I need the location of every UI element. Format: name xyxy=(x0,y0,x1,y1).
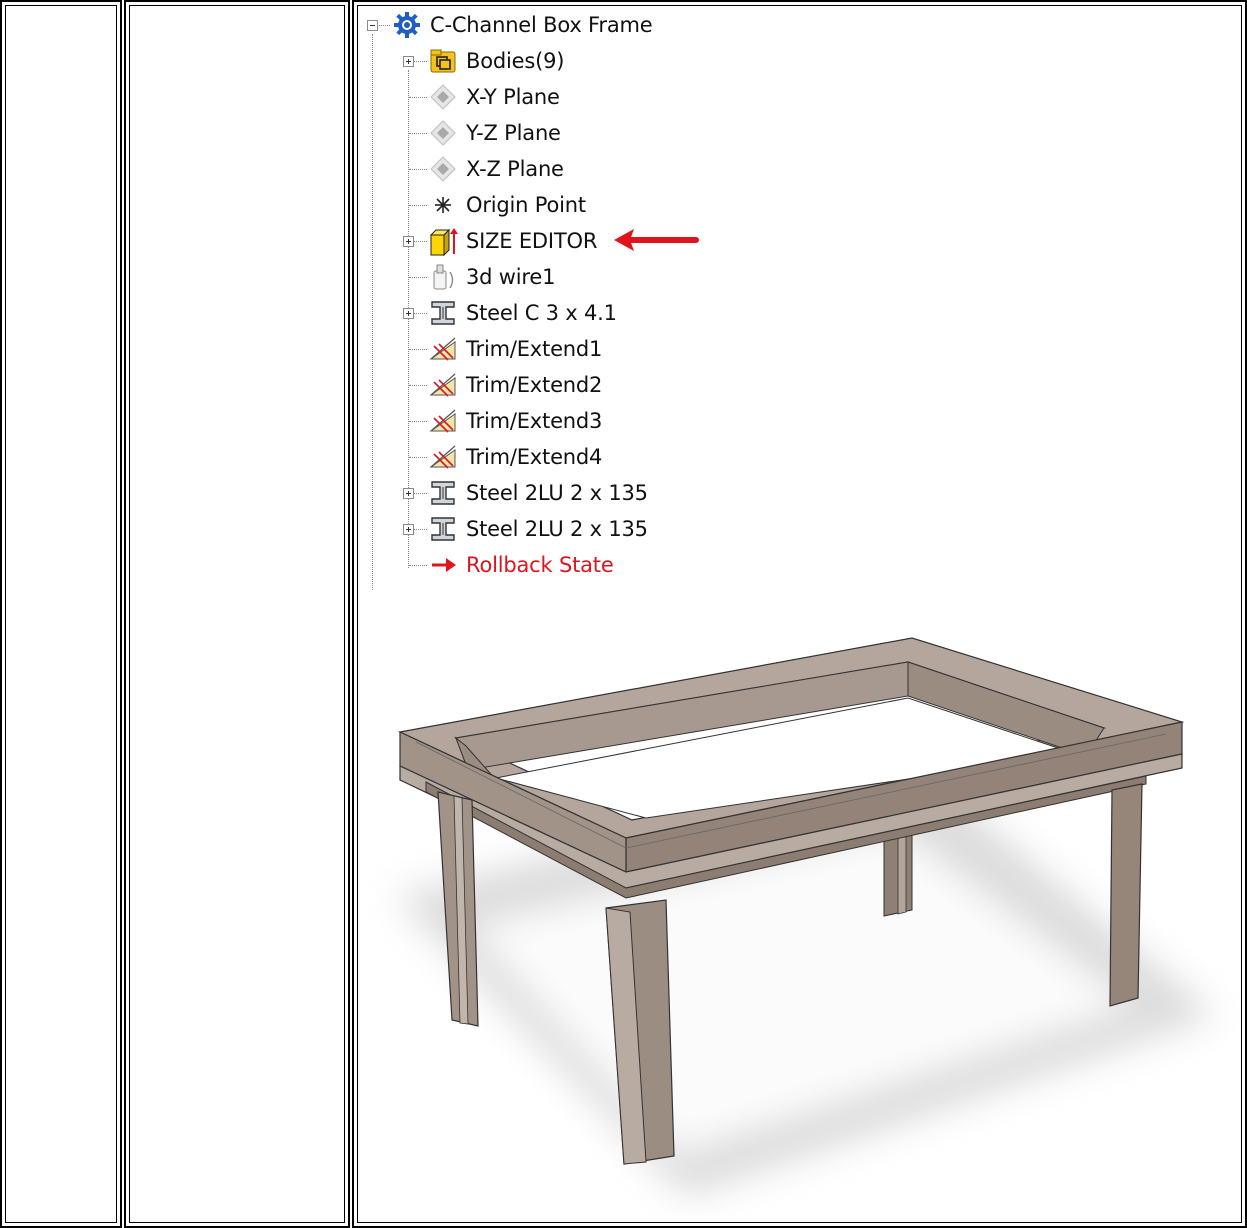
tree-root-connector xyxy=(372,34,373,590)
expand-toggle[interactable] xyxy=(403,56,414,67)
tree-connector xyxy=(409,133,427,134)
tree-item[interactable]: Steel 2LU 2 x 135 xyxy=(428,511,648,547)
tree-item-label: Trim/Extend2 xyxy=(466,373,603,397)
tree-item[interactable]: Bodies(9) xyxy=(428,43,564,79)
tree-item[interactable]: Trim/Extend3 xyxy=(428,403,602,439)
trim-extend-icon xyxy=(428,334,458,364)
trim-extend-icon xyxy=(428,370,458,400)
gear-part-icon xyxy=(392,10,422,40)
tree-item-label: Origin Point xyxy=(466,193,586,217)
trim-extend-icon xyxy=(428,442,458,472)
tree-item-label: X-Y Plane xyxy=(466,85,560,109)
model-viewport[interactable] xyxy=(356,596,1240,1216)
tree-item-label: 3d wire1 xyxy=(466,265,556,289)
tree-item[interactable]: Trim/Extend4 xyxy=(428,439,602,475)
tree-root-label: C-Channel Box Frame xyxy=(430,13,653,37)
origin-point-icon xyxy=(428,190,458,220)
tree-item-label: X-Z Plane xyxy=(466,157,564,181)
size-editor-icon xyxy=(428,226,458,256)
tree-connector xyxy=(409,349,427,350)
c-channel-box-frame-3d-model xyxy=(396,637,1216,1196)
tree-connector xyxy=(409,97,427,98)
plane-icon xyxy=(428,154,458,184)
tree-item[interactable]: X-Y Plane xyxy=(428,79,560,115)
tree-item-label: Y-Z Plane xyxy=(466,121,561,145)
expand-toggle[interactable] xyxy=(403,488,414,499)
bodies-folder-icon xyxy=(428,46,458,76)
tree-item-label: Steel 2LU 2 x 135 xyxy=(466,481,648,505)
trim-extend-icon xyxy=(428,406,458,436)
tree-item[interactable]: Trim/Extend2 xyxy=(428,367,602,403)
plane-icon xyxy=(428,118,458,148)
tree-connector xyxy=(409,205,427,206)
expand-toggle[interactable] xyxy=(403,236,414,247)
tree-connector xyxy=(409,169,427,170)
tree-item[interactable]: Steel 2LU 2 x 135 xyxy=(428,475,648,511)
tree-item[interactable]: Y-Z Plane xyxy=(428,115,561,151)
expand-toggle[interactable] xyxy=(403,308,414,319)
steel-profile-icon xyxy=(428,478,458,508)
tree-connector xyxy=(409,277,427,278)
tree-item-label: Trim/Extend1 xyxy=(466,337,603,361)
tree-item[interactable]: Rollback State xyxy=(428,547,614,583)
tree-root[interactable]: C-Channel Box Frame xyxy=(392,7,653,43)
tree-item-label: Trim/Extend4 xyxy=(466,445,603,469)
tree-connector xyxy=(376,25,390,26)
tree-connector xyxy=(409,565,427,566)
tree-item[interactable]: 3d wire1 xyxy=(428,259,555,295)
tree-connector xyxy=(409,457,427,458)
tree-connector xyxy=(409,421,427,422)
tree-item-label: Bodies(9) xyxy=(466,49,565,73)
steel-profile-icon xyxy=(428,298,458,328)
steel-profile-icon xyxy=(428,514,458,544)
expand-toggle[interactable] xyxy=(403,524,414,535)
red-arrow-icon xyxy=(614,229,699,251)
rollback-arrow-icon xyxy=(428,550,458,580)
tree-item-label: SIZE EDITOR xyxy=(466,229,598,253)
wire-icon xyxy=(428,262,458,292)
tree-item[interactable]: Trim/Extend1 xyxy=(428,331,602,367)
tree-item-label: Rollback State xyxy=(466,553,614,577)
table-cell-1 xyxy=(0,0,122,1228)
collapse-root-toggle[interactable] xyxy=(367,20,378,31)
tree-item[interactable]: Steel C 3 x 4.1 xyxy=(428,295,617,331)
leg-front-right xyxy=(1109,783,1143,1007)
tree-item-label: Trim/Extend3 xyxy=(466,409,603,433)
tree-connector xyxy=(409,385,427,386)
table-cell-2 xyxy=(124,0,350,1228)
tree-item-label: Steel C 3 x 4.1 xyxy=(466,301,617,325)
tree-item[interactable]: SIZE EDITOR xyxy=(428,223,597,259)
tree-item-label: Steel 2LU 2 x 135 xyxy=(466,517,648,541)
tree-item[interactable]: Origin Point xyxy=(428,187,586,223)
feature-tree: C-Channel Box Frame Bodies(9) X-Y Plane Y-… xyxy=(356,6,1236,590)
plane-icon xyxy=(428,82,458,112)
tree-item[interactable]: X-Z Plane xyxy=(428,151,564,187)
